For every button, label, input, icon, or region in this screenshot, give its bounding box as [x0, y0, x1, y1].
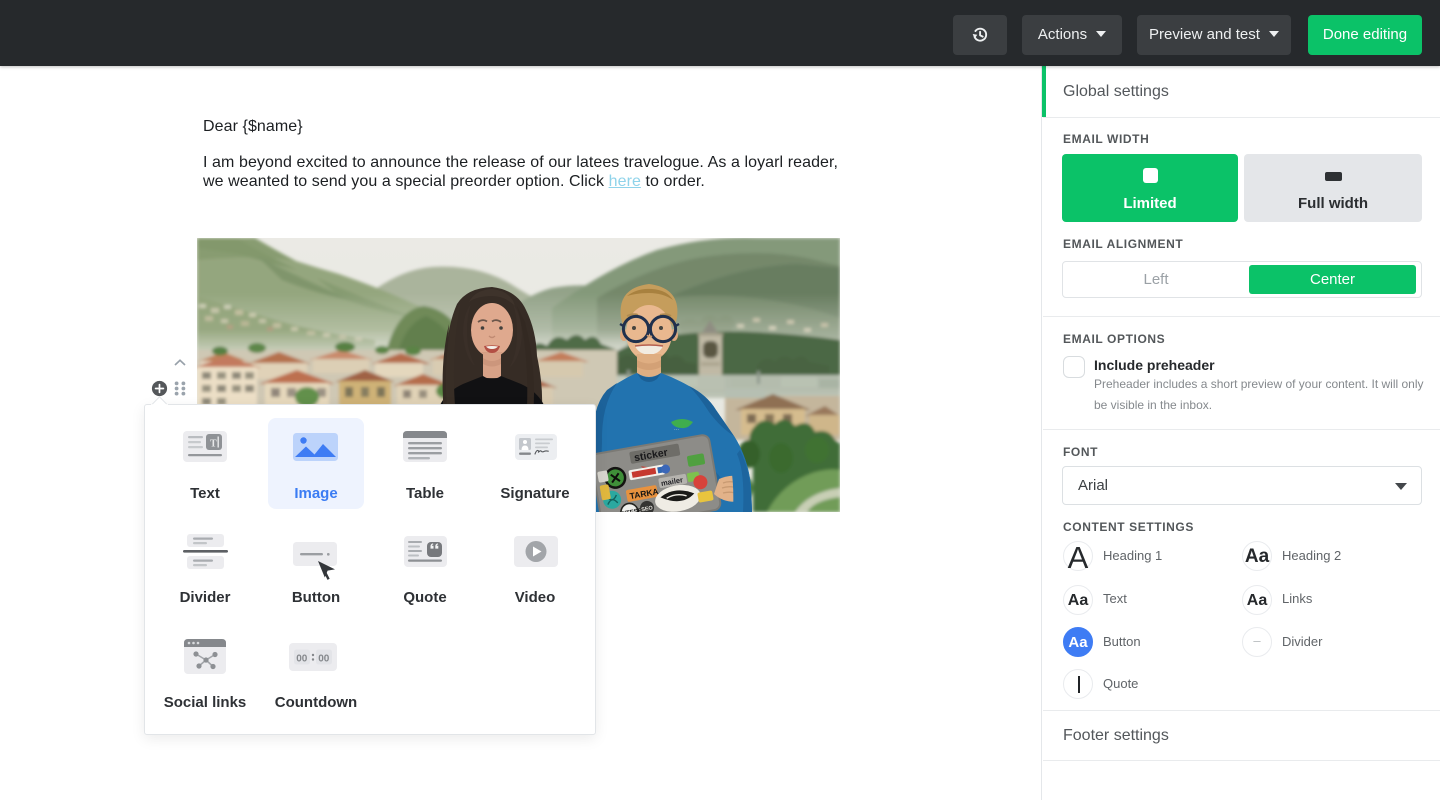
svg-text:···: ···	[674, 427, 679, 433]
svg-text:T: T	[210, 439, 217, 450]
svg-text:00: 00	[318, 654, 330, 665]
svg-text:SEO: SEO	[641, 505, 654, 512]
svg-text:00: 00	[296, 654, 308, 665]
